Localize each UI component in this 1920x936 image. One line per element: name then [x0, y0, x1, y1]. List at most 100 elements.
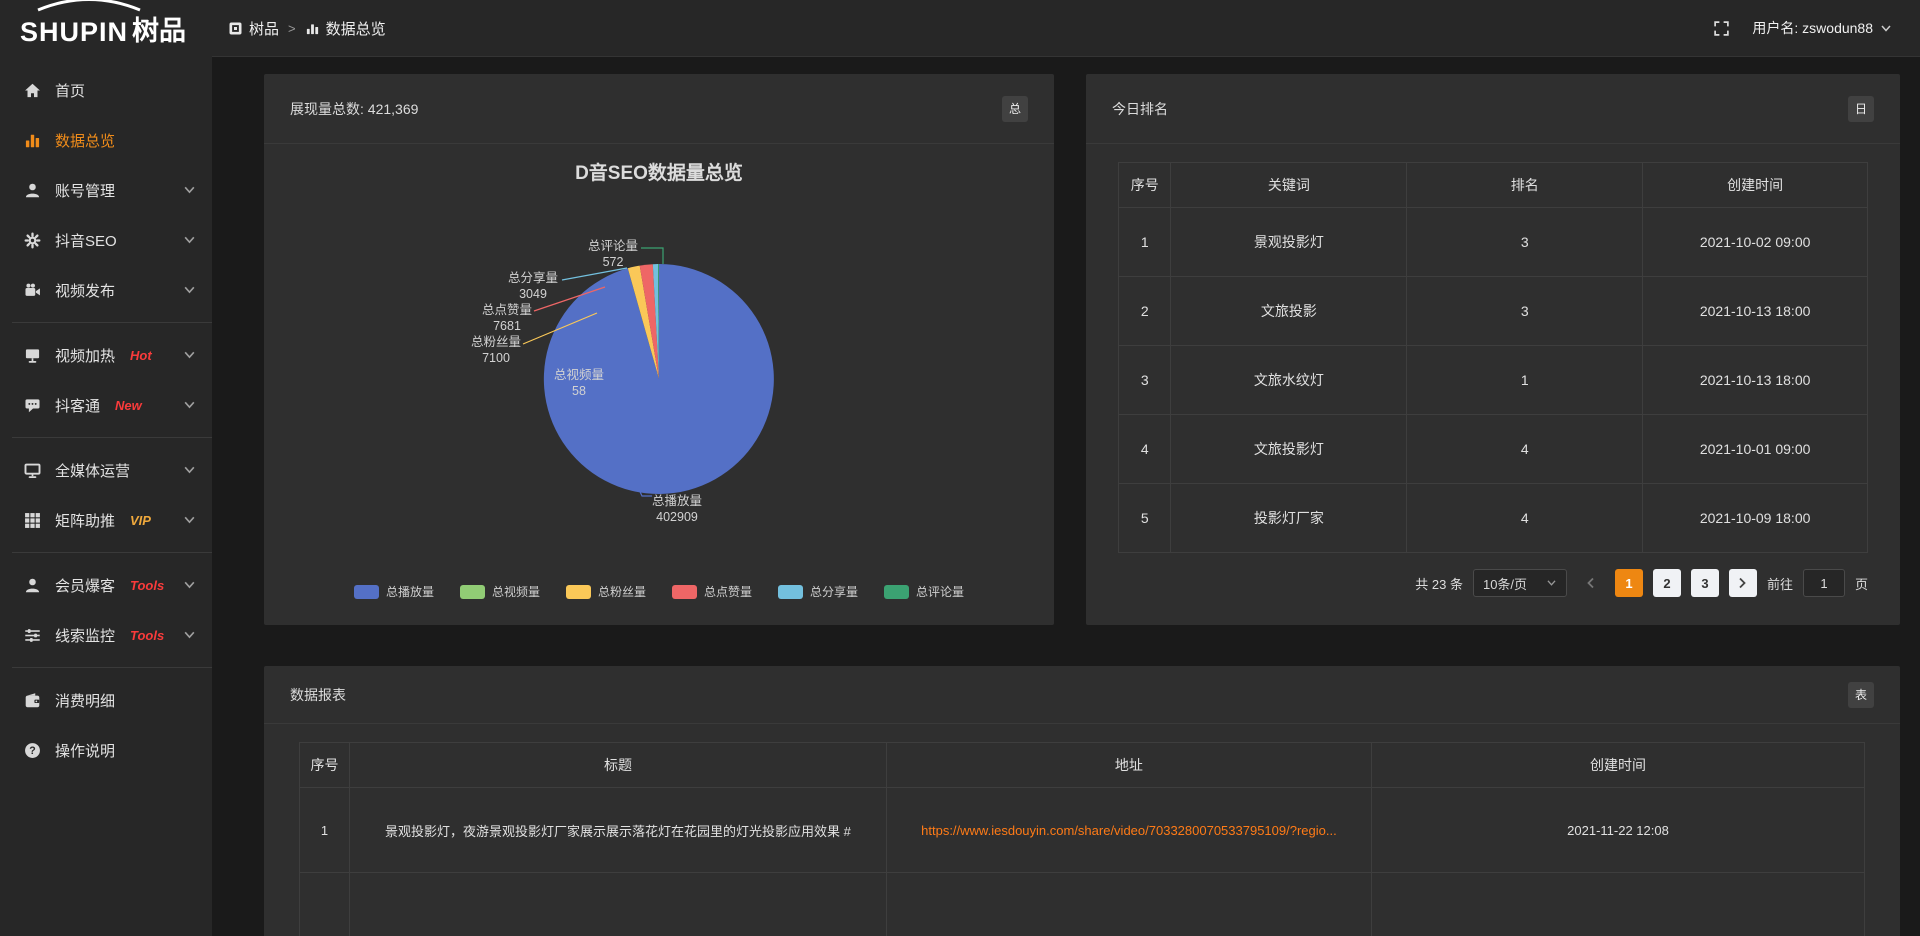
table-row[interactable]: 3文旅水纹灯12021-10-13 18:00	[1119, 346, 1868, 415]
sidebar-item-抖音SEO[interactable]: 抖音SEO	[0, 215, 212, 265]
sidebar-item-label: 全媒体运营	[55, 460, 130, 481]
sidebar-item-消费明细[interactable]: 消费明细	[0, 675, 212, 725]
chevron-down-icon	[183, 515, 196, 525]
username-label: 用户名: zswodun88	[1752, 18, 1873, 38]
ranking-col-header: 排名	[1407, 163, 1643, 208]
report-col-header: 序号	[300, 743, 350, 788]
user-icon	[24, 576, 42, 594]
logo: SHUPIN 树品	[0, 0, 212, 57]
overview-panel: 展现量总数: 421,369 总 D音SEO数据量总览 总播放量402909总视…	[264, 74, 1054, 625]
legend-swatch	[354, 585, 379, 599]
legend-item-总点赞量[interactable]: 总点赞量	[672, 583, 752, 600]
ranking-panel-title: 今日排名	[1112, 99, 1168, 119]
sidebar-item-操作说明[interactable]: ?操作说明	[0, 725, 212, 775]
goto-label: 前往	[1767, 574, 1793, 593]
sidebar-badge: Tools	[130, 628, 164, 643]
sidebar-badge: VIP	[130, 513, 151, 528]
report-col-header: 创建时间	[1372, 743, 1865, 788]
home-icon	[24, 81, 42, 99]
chevron-down-icon	[183, 580, 196, 590]
report-url-link[interactable]: https://www.iesdouyin.com/share/video/70…	[921, 823, 1337, 838]
screen-icon	[24, 346, 42, 364]
sidebar-badge: Tools	[130, 578, 164, 593]
sidebar-item-矩阵助推[interactable]: 矩阵助推 VIP	[0, 495, 212, 545]
sidebar-item-账号管理[interactable]: 账号管理	[0, 165, 212, 215]
ranking-col-header: 序号	[1119, 163, 1171, 208]
pie-leader-line	[641, 248, 663, 264]
user-menu[interactable]: 用户名: zswodun88	[1752, 18, 1892, 38]
chart-icon	[24, 131, 42, 149]
chevron-down-icon	[183, 185, 196, 195]
report-col-header: 地址	[886, 743, 1371, 788]
legend-swatch	[672, 585, 697, 599]
sidebar-item-label: 抖客通	[55, 395, 100, 416]
legend-item-总评论量[interactable]: 总评论量	[884, 583, 964, 600]
sidebar-item-数据总览[interactable]: 数据总览	[0, 115, 212, 165]
sidebar-item-label: 矩阵助推	[55, 510, 115, 531]
legend-swatch	[460, 585, 485, 599]
ranking-corner-button[interactable]: 日	[1848, 96, 1874, 122]
pagination: 共 23 条 10条/页 123 前往 页	[1118, 569, 1868, 597]
report-title-cell: 景观投影灯，夜游景观投影灯厂家展示展示落花灯在花园里的灯光投影应用效果 #	[350, 788, 887, 873]
legend-item-总分享量[interactable]: 总分享量	[778, 583, 858, 600]
prev-page-button[interactable]	[1577, 569, 1605, 597]
chevron-down-icon	[183, 235, 196, 245]
table-row	[300, 873, 1865, 936]
table-row[interactable]: 1景观投影灯32021-10-02 09:00	[1119, 208, 1868, 277]
page-button-3[interactable]: 3	[1691, 569, 1719, 597]
breadcrumb-item[interactable]: 树品	[228, 18, 279, 39]
page-size-select[interactable]: 10条/页	[1473, 569, 1567, 597]
main-content: 抖音seo数据全媒体运营数据询盘数据 展现量总数: 421,369 总 D音SE…	[212, 0, 1920, 936]
gear-icon	[24, 231, 42, 249]
table-row[interactable]: 2文旅投影32021-10-13 18:00	[1119, 277, 1868, 346]
next-page-button[interactable]	[1729, 569, 1757, 597]
sidebar-item-视频加热[interactable]: 视频加热Hot	[0, 330, 212, 380]
overview-panel-title: 展现量总数: 421,369	[290, 99, 418, 119]
page-button-2[interactable]: 2	[1653, 569, 1681, 597]
legend-item-总粉丝量[interactable]: 总粉丝量	[566, 583, 646, 600]
breadcrumb-item[interactable]: 数据总览	[305, 18, 386, 39]
sidebar-item-label: 线索监控	[55, 625, 115, 646]
pie-label-总点赞量: 总点赞量7681	[482, 303, 532, 333]
sidebar-divider	[12, 667, 212, 668]
sidebar-item-抖客通[interactable]: 抖客通New	[0, 380, 212, 430]
fullscreen-icon[interactable]	[1713, 20, 1730, 37]
pie-label-总播放量: 总播放量402909	[652, 493, 702, 524]
table-row[interactable]: 4文旅投影灯42021-10-01 09:00	[1119, 415, 1868, 484]
sidebar-divider	[12, 322, 212, 323]
ranking-table: 序号关键词排名创建时间1景观投影灯32021-10-02 09:002文旅投影3…	[1118, 162, 1868, 553]
chevron-down-icon	[1880, 24, 1892, 33]
chat-icon	[24, 396, 42, 414]
sidebar-item-label: 操作说明	[55, 740, 115, 761]
page-button-1[interactable]: 1	[1615, 569, 1643, 597]
sidebar-divider	[12, 552, 212, 553]
sidebar-item-label: 消费明细	[55, 690, 115, 711]
overview-corner-button[interactable]: 总	[1002, 96, 1028, 122]
sidebar-item-会员爆客[interactable]: 会员爆客 Tools	[0, 560, 212, 610]
pie-label-总评论量: 总评论量572	[588, 239, 638, 269]
legend-item-总视频量[interactable]: 总视频量	[460, 583, 540, 600]
sidebar-item-label: 会员爆客	[55, 575, 115, 596]
monitor-icon	[24, 461, 42, 479]
sidebar-item-label: 账号管理	[55, 180, 115, 201]
breadcrumb-separator: >	[288, 21, 296, 36]
sidebar-item-label: 视频加热	[55, 345, 115, 366]
report-panel-title: 数据报表	[290, 685, 346, 705]
sidebar-item-label: 视频发布	[55, 280, 115, 301]
user-icon	[24, 181, 42, 199]
sidebar-item-首页[interactable]: 首页	[0, 65, 212, 115]
legend-item-总播放量[interactable]: 总播放量	[354, 583, 434, 600]
logo-text-en: SHUPIN	[20, 17, 128, 48]
logo-arc-icon	[34, 0, 144, 15]
sliders-icon	[24, 626, 42, 644]
chart-icon	[305, 21, 320, 36]
app-icon	[228, 21, 243, 36]
goto-page-input[interactable]	[1803, 569, 1845, 597]
sidebar-item-全媒体运营[interactable]: 全媒体运营	[0, 445, 212, 495]
chevron-down-icon	[1546, 579, 1557, 587]
report-corner-button[interactable]: 表	[1848, 682, 1874, 708]
table-row[interactable]: 5投影灯厂家42021-10-09 18:00	[1119, 484, 1868, 553]
sidebar-item-视频发布[interactable]: 视频发布	[0, 265, 212, 315]
table-row: 1景观投影灯，夜游景观投影灯厂家展示展示落花灯在花园里的灯光投影应用效果 #ht…	[300, 788, 1865, 873]
sidebar-item-线索监控[interactable]: 线索监控 Tools	[0, 610, 212, 660]
